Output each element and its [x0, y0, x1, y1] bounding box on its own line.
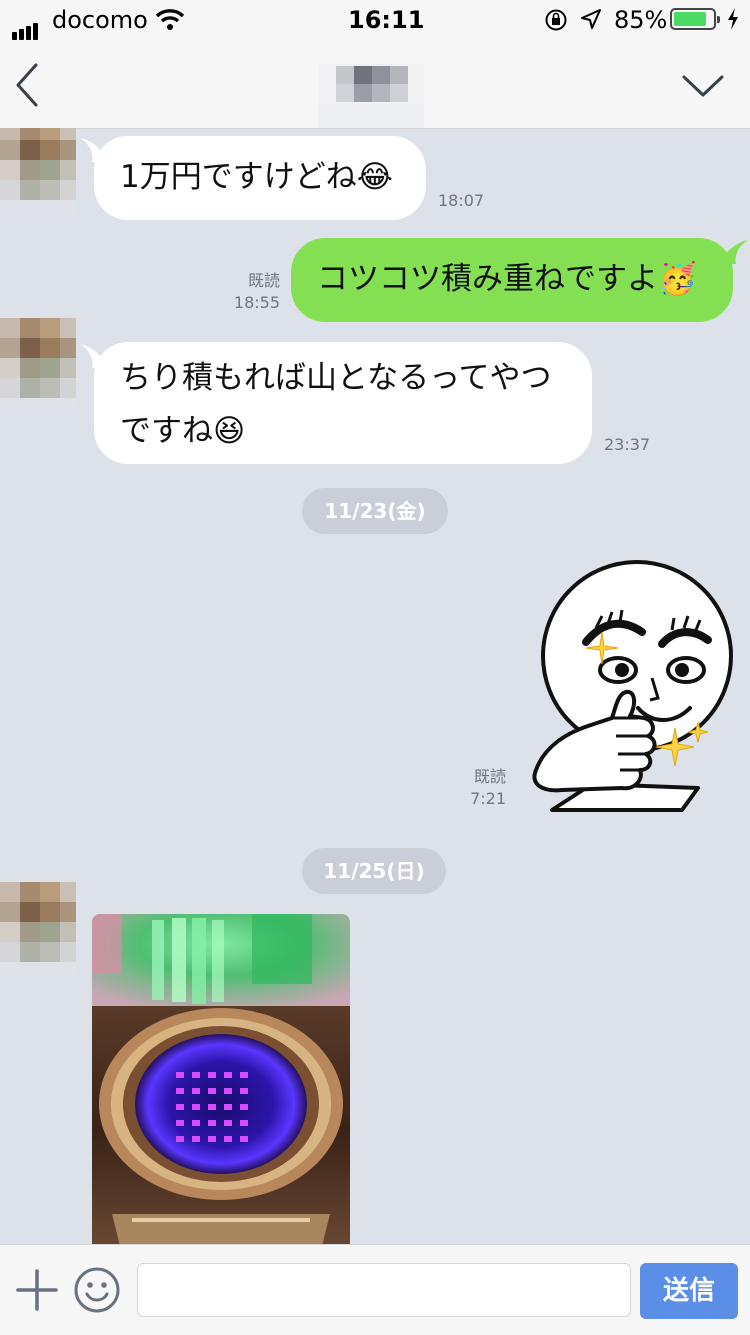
battery-percent: 85% [614, 6, 668, 34]
message-text-line: ですね😆 [120, 413, 246, 449]
battery-level [674, 12, 707, 26]
send-button[interactable]: 送信 [640, 1263, 738, 1319]
message-time: 7:21 [470, 789, 506, 808]
message-text: 1万円ですけどね😂 [120, 159, 393, 195]
battery-icon [670, 8, 720, 30]
orientation-lock-icon [544, 8, 568, 38]
message-time: 23:37 [604, 435, 651, 454]
message-text-line: ちり積もれば山となるってやつ [120, 360, 552, 396]
message-bubble-incoming[interactable]: ちり積もれば山となるってやつ ですね😆 [94, 342, 592, 464]
message-time: 18:07 [438, 191, 485, 210]
chat-area[interactable]: 1万円ですけどね😂 18:07 既読 18:55 コツコツ積み重ねですよ🥳 ちり… [0, 128, 750, 1244]
chevron-down-icon[interactable] [682, 74, 724, 102]
signal-icon [12, 12, 40, 40]
message-time: 18:55 [233, 293, 280, 312]
avatar[interactable] [0, 318, 76, 414]
message-input[interactable] [137, 1263, 631, 1317]
date-separator: 11/25(日) [302, 848, 446, 894]
message-text: コツコツ積み重ねですよ🥳 [317, 261, 697, 297]
location-icon [580, 8, 602, 36]
plus-icon[interactable] [16, 1269, 58, 1315]
status-bar: docomo 16:11 85% [0, 0, 750, 40]
read-receipt: 既読 [247, 271, 280, 290]
wifi-icon [155, 7, 185, 37]
contact-name-blurred [318, 64, 424, 128]
chat-header [0, 40, 750, 129]
chevron-left-icon[interactable] [14, 62, 40, 112]
message-bubble-incoming[interactable]: 1万円ですけどね😂 [94, 136, 426, 220]
photo-message[interactable] [92, 914, 350, 1244]
read-receipt: 既読 [473, 767, 506, 786]
message-bubble-outgoing[interactable]: コツコツ積み重ねですよ🥳 [291, 238, 733, 322]
bubble-tail [720, 240, 748, 264]
carrier-name: docomo [52, 6, 148, 34]
avatar[interactable] [0, 882, 76, 978]
clock: 16:11 [348, 6, 425, 34]
message-input-bar: 送信 [0, 1244, 750, 1335]
charging-icon [726, 7, 740, 37]
avatar[interactable] [0, 128, 76, 216]
sticker-thumbs-up-character[interactable] [522, 558, 744, 814]
smiley-icon[interactable] [74, 1267, 120, 1317]
date-separator: 11/23(金) [302, 488, 448, 534]
